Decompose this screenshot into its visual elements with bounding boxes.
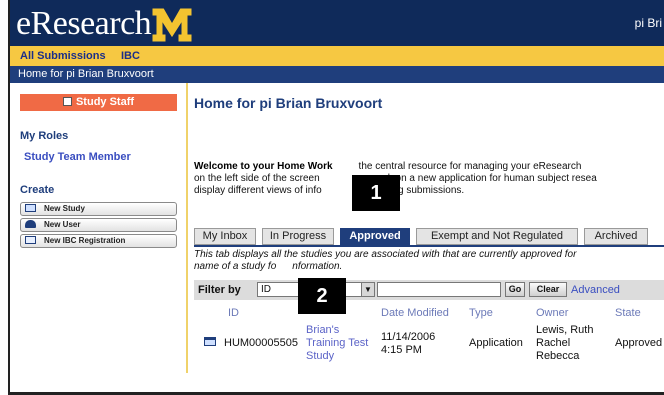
new-ibc-registration-button[interactable]: New IBC Registration [20,234,177,248]
study-name-link[interactable]: Brian's Training Test Study [306,324,368,363]
row-owner: Lewis, Ruth Rachel Rebecca [536,324,593,363]
tab-my-inbox[interactable]: My Inbox [194,228,256,245]
column-header-owner[interactable]: Owner [536,307,568,319]
create-heading: Create [20,184,55,196]
welcome-bold: Welcome to your Home Work [194,161,333,172]
breadcrumb[interactable]: Home for pi Brian Bruxvoort [18,68,154,80]
go-button[interactable]: Go [505,282,525,297]
tab-desc-line2a: name of a study fo [194,261,277,272]
column-header-state[interactable]: State [615,307,641,319]
page-title: Home for pi Brian Bruxvoort [194,95,383,111]
user-name-corner[interactable]: pi Bri [635,16,662,30]
welcome-text: Welcome to your Home Work the central res… [194,161,664,197]
app-window: eResearch pi Bri All Submissions IBC Hom… [8,0,664,395]
row-date-modified: 11/14/2006 4:15 PM [381,331,435,357]
advanced-search-link[interactable]: Advanced [571,284,620,296]
tab-approved[interactable]: Approved [340,228,410,245]
left-sidebar: Study Staff My Roles Study Team Member C… [10,83,186,395]
tab-desc-line1: This tab displays all the studies you ar… [194,249,577,260]
filter-bar: Filter by ID ▼ Go Clear Advanced [194,280,664,300]
new-ibc-icon [25,236,36,244]
tab-underline [194,245,664,247]
tab-bar: My Inbox In Progress Approved Exempt and… [194,228,664,245]
study-name-line: Study [306,350,335,362]
logo-m-icon [151,7,193,43]
owner-line: Rebecca [536,350,580,362]
row-id: HUM00005505 [224,337,298,349]
tab-archived[interactable]: Archived [584,228,648,245]
tab-exempt-not-regulated[interactable]: Exempt and Not Regulated [416,228,578,245]
breadcrumb-bar: Home for pi Brian Bruxvoort [10,66,664,83]
nav-bar: All Submissions IBC [10,46,664,66]
main-content: Home for pi Brian Bruxvoort Welcome to y… [188,83,664,395]
callout-2: 2 [298,278,346,314]
owner-line: Rachel [536,337,571,349]
study-staff-label: Study Staff [75,96,135,108]
callout-1: 1 [352,175,400,211]
filter-field-value: ID [261,284,271,295]
date-line: 11/14/2006 [381,331,436,343]
nav-ibc[interactable]: IBC [121,50,140,62]
study-staff-button[interactable]: Study Staff [20,94,177,111]
new-study-label: New Study [44,204,85,213]
welcome-line1: the central resource for managing your e… [358,161,582,172]
filter-text-input[interactable] [377,282,501,297]
owner-line: Lewis, Ruth [536,324,594,336]
row-type: Application [469,337,523,349]
column-header-type[interactable]: Type [469,307,493,319]
home-icon [62,97,72,106]
logo-text: eResearch [16,5,152,42]
new-user-button[interactable]: New User [20,218,177,232]
row-state: Approved [615,337,663,349]
study-name-line: Brian's [306,324,340,336]
column-header-id[interactable]: ID [228,307,239,319]
new-user-label: New User [44,220,81,229]
time-line: 4:15 PM [381,344,422,356]
filter-by-label: Filter by [198,284,241,296]
nav-all-submissions[interactable]: All Submissions [20,50,106,62]
chevron-down-icon[interactable]: ▼ [361,283,374,296]
welcome-line2b: work on a new application for human subj… [371,173,597,184]
welcome-line2a: on the left side of the screen [194,173,320,184]
welcome-line3a: display different views of info [194,185,322,196]
tab-description: This tab displays all the studies you ar… [194,249,664,273]
tab-in-progress[interactable]: In Progress [262,228,334,245]
new-study-icon [25,204,36,212]
new-ibc-label: New IBC Registration [44,236,126,245]
role-study-team-member[interactable]: Study Team Member [24,151,131,163]
top-header: eResearch pi Bri [10,0,664,46]
study-icon [204,337,216,346]
clear-button[interactable]: Clear [529,282,567,297]
tab-desc-line2b: nformation. [292,261,343,272]
my-roles-heading: My Roles [20,130,69,142]
new-study-button[interactable]: New Study [20,202,177,216]
new-user-icon [25,220,36,228]
column-header-date-modified[interactable]: Date Modified [381,307,449,319]
study-name-line: Training Test [306,337,369,349]
